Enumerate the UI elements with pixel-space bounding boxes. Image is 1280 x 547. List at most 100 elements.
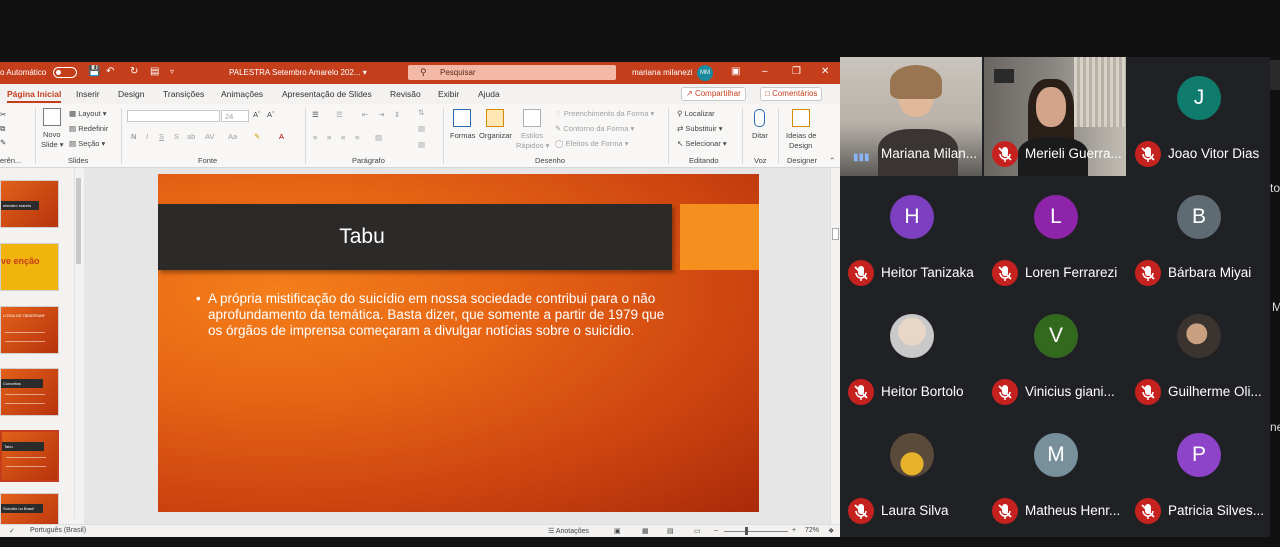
underline-icon[interactable]: S xyxy=(159,132,164,141)
format-painter-icon[interactable]: ✎ xyxy=(0,138,6,147)
slide[interactable]: Tabu • A própria mistificação do suicídi… xyxy=(158,174,759,512)
increase-indent-icon[interactable]: ⇥ xyxy=(378,110,384,119)
undo-icon[interactable]: ↶ xyxy=(106,67,114,77)
shape-outline-button[interactable]: ✎ Contorno da Forma ▾ xyxy=(555,124,634,133)
reading-view-icon[interactable]: ▤ xyxy=(667,527,674,535)
slide-thumbnail[interactable]: LOGIA DE OBSERVAR xyxy=(0,306,59,354)
slide-thumbnail[interactable]: ve enção xyxy=(0,243,59,291)
participant-tile[interactable]: Laura Silva xyxy=(840,414,982,533)
shapes-label[interactable]: Formas xyxy=(450,131,475,140)
cut-icon[interactable]: ✂ xyxy=(0,110,6,119)
replace-button[interactable]: ⇄ Substituir ▾ xyxy=(677,124,723,133)
present-icon[interactable]: ▤ xyxy=(150,67,159,77)
quick-styles-label[interactable]: Estilos xyxy=(521,131,543,140)
tab-pagina-inicial[interactable]: Página Inicial xyxy=(7,89,62,103)
font-size-combo[interactable]: 24 xyxy=(221,110,249,122)
quick-styles-icon[interactable] xyxy=(523,109,541,127)
close-icon[interactable]: ✕ xyxy=(821,66,829,77)
scrollbar-thumb[interactable] xyxy=(76,178,81,264)
notes-button[interactable]: ☰ Anotações xyxy=(548,527,589,535)
slideshow-icon[interactable]: ▭ xyxy=(694,527,701,535)
bullets-icon[interactable]: ☰ xyxy=(312,110,319,119)
autosave-toggle[interactable] xyxy=(53,67,77,78)
tab-animacoes[interactable]: Animações xyxy=(221,89,263,99)
ribbon-display-icon[interactable]: ▣ xyxy=(731,66,740,77)
align-center-icon[interactable]: ≡ xyxy=(327,133,331,142)
collapse-ribbon-icon[interactable]: ⌃ xyxy=(829,156,835,165)
participant-tile[interactable]: B Bárbara Miyai xyxy=(1127,176,1269,295)
tab-revisao[interactable]: Revisão xyxy=(390,89,421,99)
align-right-icon[interactable]: ≡ xyxy=(341,133,345,142)
find-button[interactable]: ⚲ Localizar xyxy=(677,109,715,118)
participant-tile[interactable]: H Heitor Tanizaka xyxy=(840,176,982,295)
font-name-combo[interactable] xyxy=(127,110,220,122)
document-title[interactable]: PALESTRA Setembro Amarelo 202... ▾ xyxy=(229,68,367,77)
slide-scrollbar[interactable] xyxy=(830,168,840,524)
zoom-level[interactable]: 72% xyxy=(805,527,819,534)
columns-icon[interactable]: ▤ xyxy=(375,133,382,142)
italic-icon[interactable]: I xyxy=(146,132,148,141)
bold-icon[interactable]: N xyxy=(131,132,136,141)
slide-body-text[interactable]: • A própria mistificação do suicídio em … xyxy=(196,291,668,339)
tab-ajuda[interactable]: Ajuda xyxy=(478,89,500,99)
language-label[interactable]: Português (Brasil) xyxy=(30,527,86,534)
new-slide-icon[interactable] xyxy=(43,108,61,126)
avatar[interactable]: MM xyxy=(697,65,713,81)
arrange-label[interactable]: Organizar xyxy=(479,131,512,140)
redo-icon[interactable]: ↻ xyxy=(130,67,138,77)
reset-button[interactable]: ▤ Redefinir xyxy=(69,124,108,133)
restore-icon[interactable]: ❐ xyxy=(792,66,801,77)
text-direction-icon[interactable]: ⇅ xyxy=(418,108,424,117)
tab-apresentacao[interactable]: Apresentação de Slides xyxy=(282,89,372,99)
participant-tile[interactable]: Heitor Bortolo xyxy=(840,295,982,414)
align-left-icon[interactable]: ≡ xyxy=(313,133,317,142)
participant-tile[interactable]: J Joao Vitor Dias xyxy=(1127,57,1269,176)
share-button[interactable]: ↗ Compartilhar xyxy=(681,87,746,101)
participant-tile[interactable]: M Matheus Henr... xyxy=(984,414,1126,533)
copy-icon[interactable]: ⧉ xyxy=(0,124,5,134)
decrease-font-icon[interactable]: Aˇ xyxy=(267,110,275,119)
save-icon[interactable]: 💾 xyxy=(88,67,100,77)
participant-tile[interactable]: Guilherme Oli... xyxy=(1127,295,1269,414)
layout-button[interactable]: ▦ Layout ▾ xyxy=(69,109,107,118)
section-button[interactable]: ▤ Seção ▾ xyxy=(69,139,105,148)
tab-transicoes[interactable]: Transições xyxy=(163,89,204,99)
comments-button[interactable]: □ Comentários xyxy=(760,87,823,101)
decrease-indent-icon[interactable]: ⇤ xyxy=(362,110,368,119)
quick-styles-label-2[interactable]: Rápidos ▾ xyxy=(516,141,549,150)
align-text-icon[interactable]: ▤ xyxy=(418,124,425,133)
shadow-icon[interactable]: S xyxy=(174,132,179,141)
zoom-out-icon[interactable]: – xyxy=(714,527,718,534)
char-spacing-icon[interactable]: AV xyxy=(205,132,214,141)
numbering-icon[interactable]: ☰ xyxy=(336,110,343,119)
new-slide-label[interactable]: Novo xyxy=(43,130,61,139)
shape-fill-button[interactable]: ♢ Preenchimento da Forma ▾ xyxy=(555,109,654,118)
search-box[interactable]: ⚲ Pesquisar xyxy=(408,65,616,80)
strikethrough-icon[interactable]: ab xyxy=(187,132,195,141)
participant-tile[interactable]: L Loren Ferrarezi xyxy=(984,176,1126,295)
design-ideas-label[interactable]: Ideias de xyxy=(786,131,816,140)
design-ideas-icon[interactable] xyxy=(792,109,810,127)
arrange-icon[interactable] xyxy=(486,109,504,127)
increase-font-icon[interactable]: Aˆ xyxy=(253,110,261,119)
shapes-icon[interactable] xyxy=(453,109,471,127)
normal-view-icon[interactable]: ▣ xyxy=(614,527,621,535)
new-slide-label-2[interactable]: Slide ▾ xyxy=(41,140,64,149)
microphone-icon[interactable] xyxy=(754,109,765,127)
dictate-label[interactable]: Ditar xyxy=(752,131,768,140)
participant-tile[interactable]: P Patricia Silves... xyxy=(1127,414,1269,533)
participant-tile[interactable]: V Vinicius giani... xyxy=(984,295,1126,414)
highlight-icon[interactable]: ✎ xyxy=(254,132,260,141)
minimize-icon[interactable]: – xyxy=(762,66,768,77)
design-ideas-label-2[interactable]: Design xyxy=(789,141,812,150)
font-color-icon[interactable]: A xyxy=(279,132,284,141)
shape-effects-button[interactable]: ◯ Efeitos de Forma ▾ xyxy=(555,139,628,148)
tab-exibir[interactable]: Exibir xyxy=(438,89,459,99)
select-button[interactable]: ↖ Selecionar ▾ xyxy=(677,139,727,148)
zoom-slider-thumb[interactable] xyxy=(745,527,748,535)
fit-slide-icon[interactable]: ❖ xyxy=(828,527,834,535)
line-spacing-icon[interactable]: ⇕ xyxy=(394,110,400,119)
tab-design[interactable]: Design xyxy=(118,89,144,99)
justify-icon[interactable]: ≡ xyxy=(355,133,359,142)
slide-thumbnail-selected[interactable]: Tabu xyxy=(0,430,59,482)
